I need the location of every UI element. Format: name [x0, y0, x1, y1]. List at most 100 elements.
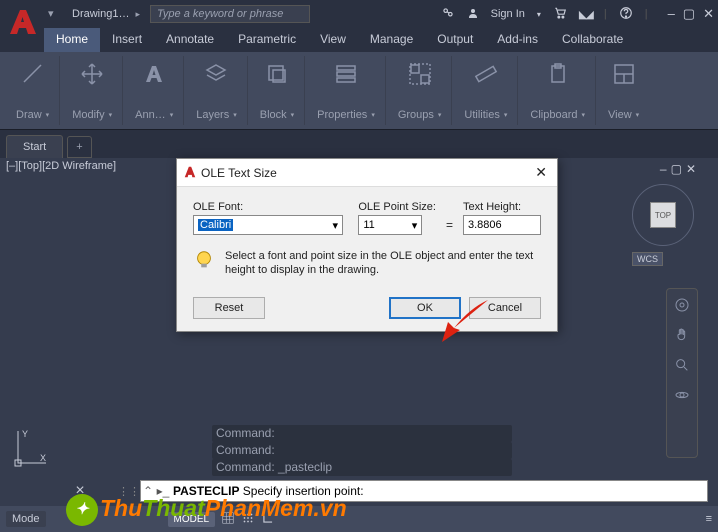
viewcube[interactable]: TOP WCS	[632, 184, 700, 284]
tab-parametric[interactable]: Parametric	[226, 28, 308, 52]
file-tab-start[interactable]: Start	[6, 135, 63, 158]
tab-home[interactable]: Home	[44, 28, 100, 52]
ribbon-panel-properties[interactable]: Properties	[307, 56, 386, 125]
cmd-history-line: Command:	[212, 425, 512, 442]
maximize-button[interactable]: ▢	[683, 6, 695, 22]
ok-button[interactable]: OK	[389, 297, 461, 319]
vp-close-icon[interactable]: ✕	[686, 162, 696, 176]
zoom-icon[interactable]	[674, 357, 690, 373]
new-tab-button[interactable]: +	[67, 136, 91, 158]
tab-manage[interactable]: Manage	[358, 28, 425, 52]
tab-annotate[interactable]: Annotate	[154, 28, 226, 52]
move-icon	[78, 60, 106, 88]
autocad-small-icon	[183, 164, 197, 182]
cancel-button[interactable]: Cancel	[469, 297, 541, 319]
ole-font-dropdown[interactable]: Calibri▾	[193, 215, 343, 235]
reset-button[interactable]: Reset	[193, 297, 265, 319]
ribbon-panel-draw[interactable]: Draw	[6, 56, 60, 125]
chevron-down-icon: ▾	[412, 219, 418, 232]
cmdline-prompt-icon: ▸_	[155, 484, 171, 498]
viewport-icon	[610, 60, 638, 88]
ole-text-size-dialog: OLE Text Size ✕ OLE Font: Calibri▾ OLE P…	[176, 158, 558, 332]
viewcube-top-face[interactable]: TOP	[650, 202, 676, 228]
dialog-title: OLE Text Size	[201, 166, 277, 180]
close-button[interactable]: ✕	[703, 6, 714, 22]
ribbon-tabs: Home Insert Annotate Parametric View Man…	[0, 28, 718, 52]
ribbon: Draw Modify Ann… Layers Block Properties…	[0, 52, 718, 130]
help-icon[interactable]	[619, 6, 633, 23]
doc-dropdown-icon[interactable]: ▸	[135, 9, 140, 20]
ribbon-panel-modify[interactable]: Modify	[62, 56, 123, 125]
cmd-history-line: Command:	[212, 442, 512, 459]
pan-icon[interactable]	[674, 327, 690, 343]
group-icon	[406, 60, 434, 88]
lightbulb-icon	[193, 249, 215, 276]
layers-icon	[202, 60, 230, 88]
tab-addins[interactable]: Add-ins	[485, 28, 550, 52]
measure-icon	[472, 60, 500, 88]
signin-icon	[467, 7, 479, 22]
ribbon-panel-groups[interactable]: Groups	[388, 56, 453, 125]
svg-text:Y: Y	[22, 429, 28, 439]
clipboard-icon	[544, 60, 572, 88]
vp-minimize-icon[interactable]: –	[660, 162, 667, 176]
mode-indicator[interactable]: Mode	[6, 511, 46, 527]
tab-output[interactable]: Output	[425, 28, 485, 52]
title-bar: ▾ Drawing1… ▸ Type a keyword or phrase S…	[0, 0, 718, 28]
ribbon-panel-utilities[interactable]: Utilities	[454, 56, 518, 125]
navigation-bar[interactable]	[666, 288, 698, 458]
line-icon	[19, 60, 47, 88]
chevron-down-icon: ▾	[332, 219, 338, 232]
dialog-close-button[interactable]: ✕	[531, 164, 551, 181]
apps-icon[interactable]: ◣◢	[579, 8, 592, 21]
status-bar: Mode MODEL ≡	[0, 506, 718, 532]
equals-label: =	[446, 218, 453, 235]
model-space-button[interactable]: MODEL	[168, 512, 216, 527]
signin-caret-icon[interactable]: ▾	[537, 10, 541, 19]
command-line[interactable]: ⌃ ▸_ PASTECLIP Specify insertion point:	[140, 480, 708, 502]
text-icon	[140, 60, 168, 88]
cmdline-close-icon[interactable]: ×	[70, 480, 90, 502]
ribbon-panel-annotation[interactable]: Ann…	[125, 56, 184, 125]
minimize-button[interactable]: –	[668, 6, 675, 22]
text-height-label: Text Height:	[463, 201, 541, 213]
svg-text:X: X	[40, 453, 46, 463]
ribbon-panel-layers[interactable]: Layers	[186, 56, 248, 125]
steering-wheel-icon[interactable]	[674, 297, 690, 313]
document-name: Drawing1…	[72, 8, 129, 20]
signin-link[interactable]: Sign In	[491, 8, 525, 20]
autocad-logo-icon	[6, 6, 38, 43]
cmdline-grip-icon[interactable]: ⋮⋮	[122, 480, 136, 502]
cart-icon[interactable]	[553, 6, 567, 23]
ribbon-panel-clipboard[interactable]: Clipboard	[520, 56, 596, 125]
customize-status-icon[interactable]: ≡	[706, 513, 712, 525]
tab-insert[interactable]: Insert	[100, 28, 154, 52]
search-input[interactable]: Type a keyword or phrase	[150, 5, 310, 23]
grid-icon[interactable]	[221, 511, 235, 528]
viewport-controls[interactable]: [–][Top][2D Wireframe]	[6, 160, 116, 172]
orbit-icon[interactable]	[674, 387, 690, 403]
share-icon[interactable]	[441, 6, 455, 23]
command-history: Command: Command: Command: _pasteclip	[212, 425, 512, 476]
ribbon-panel-block[interactable]: Block	[250, 56, 305, 125]
ortho-icon[interactable]	[261, 511, 275, 528]
wcs-label[interactable]: WCS	[632, 252, 663, 266]
block-icon	[263, 60, 291, 88]
cmd-history-line: Command: _pasteclip	[212, 459, 512, 476]
ole-point-size-dropdown[interactable]: 11▾	[358, 215, 422, 235]
ucs-icon: YX	[14, 429, 48, 474]
file-tab-strip: Start +	[0, 130, 718, 158]
ole-point-size-label: OLE Point Size:	[358, 201, 436, 213]
text-height-input[interactable]	[463, 215, 541, 235]
ribbon-panel-view[interactable]: View	[598, 56, 649, 125]
dialog-titlebar[interactable]: OLE Text Size ✕	[177, 159, 557, 187]
vp-maximize-icon[interactable]: ▢	[671, 162, 682, 176]
cmdline-recent-icon[interactable]: ⌃	[141, 484, 155, 498]
tab-view[interactable]: View	[308, 28, 358, 52]
snap-icon[interactable]	[241, 511, 255, 528]
cmdline-text: PASTECLIP Specify insertion point:	[171, 484, 364, 498]
ole-font-label: OLE Font:	[193, 201, 348, 213]
qat-dropdown-icon[interactable]: ▾	[48, 7, 62, 21]
tab-collaborate[interactable]: Collaborate	[550, 28, 635, 52]
dialog-hint-text: Select a font and point size in the OLE …	[225, 249, 541, 277]
